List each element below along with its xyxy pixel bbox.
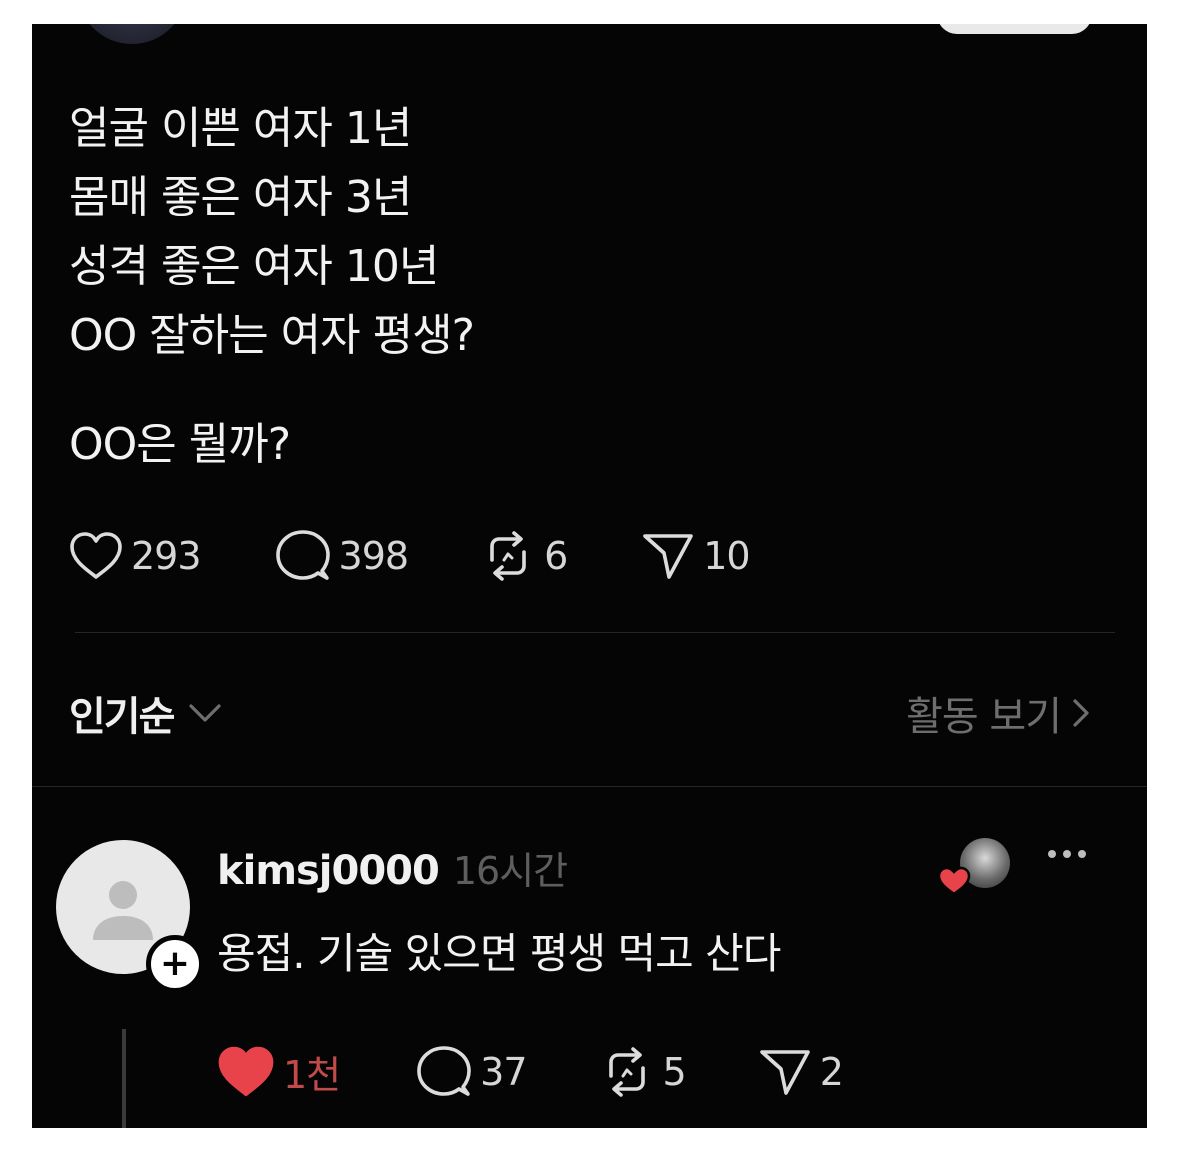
more-dots-icon[interactable]	[1048, 850, 1086, 858]
repost-count: 6	[544, 534, 568, 578]
dot	[1048, 850, 1056, 858]
send-icon	[643, 534, 694, 579]
view-activity-link[interactable]: 활동 보기	[906, 684, 1091, 742]
sort-label: 인기순	[69, 694, 175, 740]
reply-repost-count: 5	[662, 1049, 687, 1094]
share-count: 10	[703, 534, 750, 578]
post-line: OO 잘하는 여자 평생?	[69, 310, 475, 361]
reply-share-button[interactable]: 2	[758, 1047, 844, 1097]
post-body: 얼굴 이쁜 여자 1년 몸매 좋은 여자 3년 성격 좋은 여자 10년 OO …	[69, 94, 475, 479]
share-button[interactable]: 10	[641, 531, 751, 581]
replies-sort-row: 인기순 활동 보기	[69, 680, 1091, 740]
reply-username[interactable]: kimsj0000	[217, 848, 440, 894]
post-line: 성격 좋은 여자 10년	[69, 241, 439, 292]
reply-share-count: 2	[819, 1049, 844, 1094]
send-icon	[759, 1049, 810, 1095]
heart-icon	[218, 1046, 274, 1096]
comment-button[interactable]: 398	[275, 529, 409, 583]
like-count: 293	[131, 534, 202, 578]
reply-comment-count: 37	[480, 1049, 527, 1094]
reply-repost-button[interactable]: 5	[599, 1046, 687, 1098]
post-line: 얼굴 이쁜 여자 1년	[69, 103, 412, 154]
reply-like-count: 1천	[283, 1053, 341, 1097]
heart-badge-icon	[937, 866, 971, 896]
heart-icon	[70, 532, 122, 579]
thread-line	[122, 1029, 126, 1128]
reply-body: 용접. 기술 있으면 평생 먹고 산다	[217, 929, 781, 978]
follow-plus-button[interactable]: +	[146, 935, 204, 993]
reply-comment-button[interactable]: 37	[416, 1045, 528, 1099]
post-action-bar: 293 398 6 10	[69, 529, 751, 583]
reply-like-button[interactable]: 1천	[217, 1044, 341, 1099]
activity-link-label: 활동 보기	[906, 694, 1062, 740]
chevron-right-icon	[1073, 699, 1089, 727]
dot	[1078, 850, 1086, 858]
follow-button-top[interactable]	[937, 24, 1092, 34]
reply-header: kimsj0000 16시간	[217, 840, 568, 895]
repost-button[interactable]: 6	[480, 530, 568, 582]
comment-count: 398	[338, 534, 410, 578]
repost-icon	[608, 1046, 645, 1097]
author-avatar[interactable]	[77, 24, 187, 44]
divider	[32, 786, 1147, 787]
comment-bubble-icon	[275, 530, 330, 580]
like-button[interactable]: 293	[69, 531, 202, 581]
chevron-down-icon	[189, 704, 222, 722]
plus-icon: +	[159, 943, 191, 984]
repost-icon	[490, 531, 526, 581]
divider	[75, 632, 1115, 633]
sort-dropdown[interactable]: 인기순	[69, 684, 223, 742]
post-line: 몸매 좋은 여자 3년	[69, 172, 412, 223]
reply-action-bar: 1천 37 5 2	[217, 1044, 844, 1099]
dot	[1063, 850, 1071, 858]
comment-bubble-icon	[417, 1045, 471, 1096]
reply-timestamp: 16시간	[452, 849, 568, 893]
threads-post-screen: 얼굴 이쁜 여자 1년 몸매 좋은 여자 3년 성격 좋은 여자 10년 OO …	[32, 24, 1147, 1128]
post-line: OO은 뭘까?	[69, 419, 291, 470]
